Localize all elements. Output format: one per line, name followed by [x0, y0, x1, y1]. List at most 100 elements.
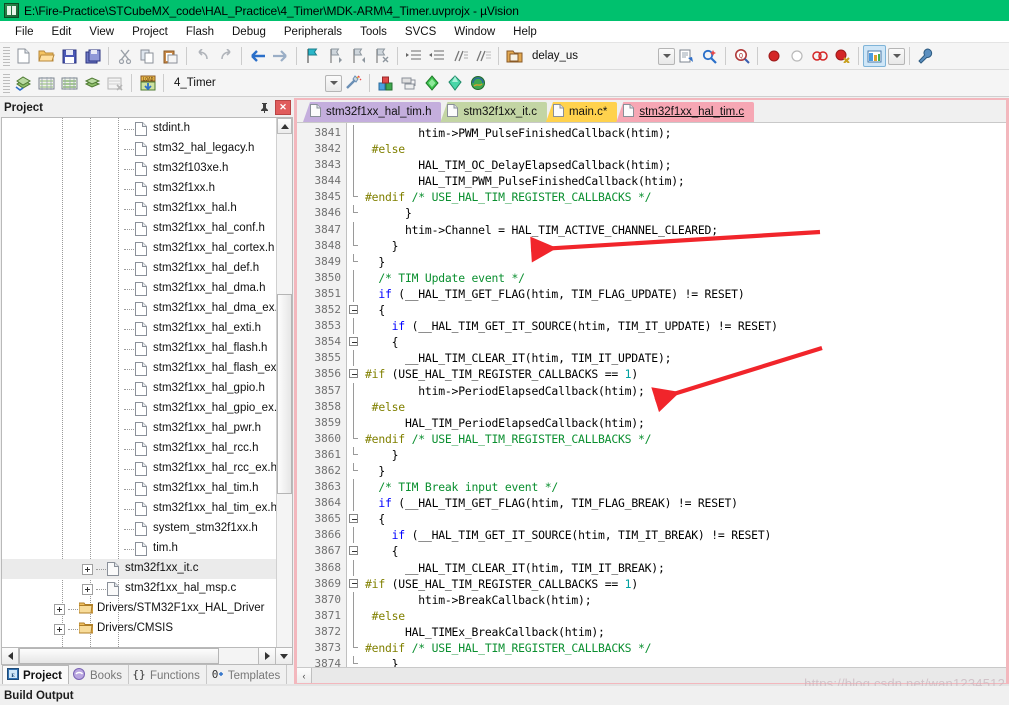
tree-item[interactable]: stm32f103xe.h [2, 159, 276, 179]
fold-row[interactable] [347, 285, 361, 303]
tree-item[interactable]: stdint.h [2, 119, 276, 139]
fold-row[interactable] [347, 398, 361, 415]
editor-tab[interactable]: main.c* [545, 102, 618, 122]
tree-item[interactable]: stm32f1xx_it.c [2, 559, 276, 579]
fold-collapse-icon[interactable] [349, 305, 358, 315]
fold-row[interactable] [347, 623, 361, 640]
project-tab-templates[interactable]: 0 Templates [207, 665, 288, 686]
fold-margin[interactable] [347, 123, 361, 667]
fold-row[interactable] [347, 607, 361, 624]
fold-row[interactable] [347, 527, 361, 544]
menu-item-file[interactable]: File [6, 24, 43, 40]
find-in-files-icon[interactable] [698, 45, 721, 67]
fold-row[interactable] [347, 656, 361, 667]
stop-build-icon[interactable] [104, 72, 127, 94]
code-text[interactable]: htim->PWM_PulseFinishedCallback(htim); #… [361, 123, 1006, 667]
tree-item[interactable]: stm32f1xx_hal_dma.h [2, 279, 276, 299]
toolbar-grip[interactable] [3, 73, 10, 93]
copy-icon[interactable] [136, 45, 159, 67]
fold-row[interactable] [347, 334, 361, 350]
function-selector[interactable]: delay_us [526, 46, 656, 66]
redo-icon[interactable] [214, 45, 237, 67]
breakpoint-enable-icon[interactable] [785, 45, 808, 67]
scroll-left-button[interactable] [2, 648, 19, 664]
fold-row[interactable] [347, 237, 361, 254]
fold-row[interactable] [347, 318, 361, 335]
hscroll-thumb[interactable] [19, 648, 219, 664]
code-editor[interactable]: 3841 3842 3843 3844 3845 3846 3847 3848 3849 3850… [297, 122, 1006, 667]
rebuild-icon[interactable] [58, 72, 81, 94]
fold-row[interactable] [347, 382, 361, 399]
tree-expander-icon[interactable] [54, 623, 65, 635]
vscroll-track[interactable] [277, 134, 292, 647]
bookmark-toggle-icon[interactable] [301, 45, 324, 67]
project-tree-vscrollbar[interactable] [276, 118, 292, 647]
project-tree-hscrollbar[interactable] [1, 648, 293, 665]
navigate-forward-icon[interactable] [269, 45, 292, 67]
fold-row[interactable] [347, 462, 361, 479]
multi-project-icon[interactable] [397, 72, 420, 94]
tree-item[interactable]: Drivers/CMSIS [2, 619, 276, 639]
breakpoint-kill-all-icon[interactable] [831, 45, 854, 67]
fold-row[interactable] [347, 173, 361, 190]
editor-tab[interactable]: stm32f1xx_hal_tim.c [616, 102, 755, 122]
run-time-env-icon[interactable] [443, 72, 466, 94]
menu-item-help[interactable]: Help [504, 24, 546, 40]
fold-row[interactable] [347, 511, 361, 527]
scroll-right-button[interactable] [258, 648, 275, 664]
tree-item[interactable]: stm32f1xx_hal_tim.h [2, 479, 276, 499]
uncomment-icon[interactable] [471, 45, 494, 67]
batch-build-icon[interactable] [81, 72, 104, 94]
download-icon[interactable]: LOAD [136, 72, 159, 94]
fold-row[interactable] [347, 446, 361, 463]
tree-expander-icon[interactable] [82, 583, 93, 595]
tree-item[interactable]: stm32f1xx_hal_cortex.h [2, 239, 276, 259]
save-icon[interactable] [58, 45, 81, 67]
navigate-back-icon[interactable] [246, 45, 269, 67]
fold-row[interactable] [347, 576, 361, 592]
fold-collapse-icon[interactable] [349, 337, 358, 347]
menu-item-window[interactable]: Window [445, 24, 504, 40]
indent-left-icon[interactable] [425, 45, 448, 67]
fold-row[interactable] [347, 221, 361, 238]
tree-item[interactable]: stm32f1xx_hal_gpio_ex.h [2, 399, 276, 419]
bookmark-clear-icon[interactable] [370, 45, 393, 67]
target-selector[interactable]: 4_Timer [168, 73, 323, 93]
manage-components-icon[interactable] [374, 72, 397, 94]
window-layout-dropdown[interactable] [888, 47, 905, 65]
fold-row[interactable] [347, 430, 361, 447]
fold-row[interactable] [347, 189, 361, 205]
build-icon[interactable] [35, 72, 58, 94]
project-panel-tabs[interactable]: ᴇ Project Books {} Functions 0 Templates [0, 665, 294, 686]
goto-definition-icon[interactable] [675, 45, 698, 67]
menu-item-edit[interactable]: Edit [43, 24, 81, 40]
tree-item[interactable]: stm32f1xx_hal_dma_ex.h [2, 299, 276, 319]
fold-collapse-icon[interactable] [349, 369, 358, 379]
tree-item[interactable]: stm32f1xx_hal_msp.c [2, 579, 276, 599]
tree-item[interactable]: stm32f1xx_hal_flash_ex.h [2, 359, 276, 379]
fold-row[interactable] [347, 302, 361, 318]
tree-item[interactable]: system_stm32f1xx.h [2, 519, 276, 539]
menu-item-view[interactable]: View [80, 24, 123, 40]
project-tab-books[interactable]: Books [69, 665, 129, 686]
fold-row[interactable] [347, 591, 361, 608]
tree-item[interactable]: stm32f1xx_hal_tim_ex.h [2, 499, 276, 519]
tree-item[interactable]: stm32_hal_legacy.h [2, 139, 276, 159]
editor-tab-bar[interactable]: stm32f1xx_hal_tim.h stm32f1xx_it.c main.c*… [297, 100, 1006, 122]
target-selector-dropdown[interactable] [325, 74, 342, 92]
menu-item-project[interactable]: Project [123, 24, 177, 40]
tree-item[interactable]: tim.h [2, 539, 276, 559]
project-tree[interactable]: stdint.h stm32_hal_legacy.h stm32f103xe.h s… [2, 118, 276, 647]
tree-item[interactable]: stm32f1xx_hal_rcc.h [2, 439, 276, 459]
configure-icon[interactable] [914, 45, 937, 67]
fold-row[interactable] [347, 640, 361, 656]
tree-item[interactable]: stm32f1xx_hal_rcc_ex.h [2, 459, 276, 479]
fold-row[interactable] [347, 559, 361, 576]
fold-collapse-icon[interactable] [349, 546, 358, 556]
close-icon[interactable]: ✕ [275, 100, 291, 115]
window-layout-icon[interactable] [863, 45, 886, 67]
project-tab-project[interactable]: ᴇ Project [2, 665, 69, 686]
target-options-icon[interactable] [342, 72, 365, 94]
fold-row[interactable] [347, 414, 361, 431]
translate-icon[interactable] [12, 72, 35, 94]
